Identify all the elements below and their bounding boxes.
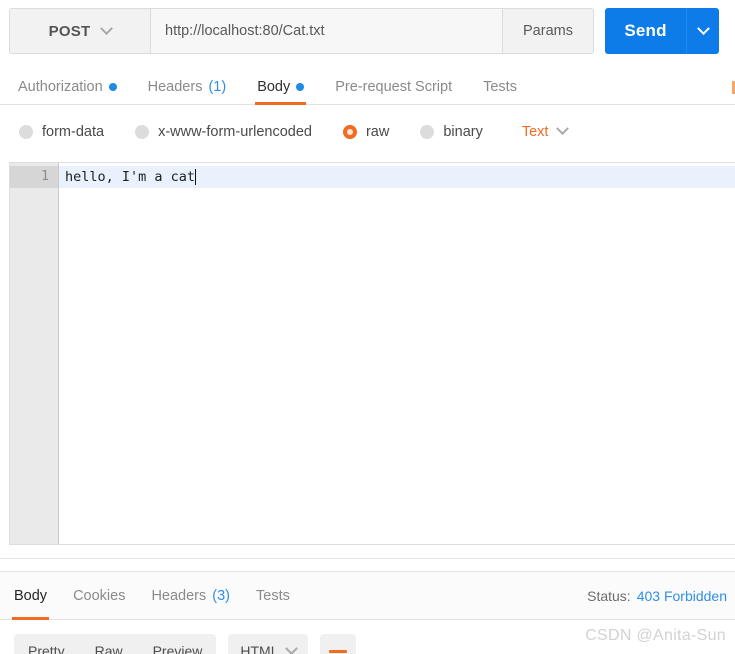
params-button[interactable]: Params — [502, 8, 594, 54]
radio-icon — [135, 124, 150, 139]
text-cursor — [195, 169, 197, 185]
tab-tests[interactable]: Tests — [483, 69, 517, 105]
http-method-label: POST — [48, 22, 91, 40]
body-type-form-data[interactable]: form-data — [19, 124, 104, 140]
tab-headers[interactable]: Headers (1) — [148, 69, 227, 105]
send-options-button[interactable] — [686, 8, 719, 54]
response-tab-cookies-label: Cookies — [73, 588, 126, 604]
radio-icon — [420, 124, 435, 139]
status-badge[interactable]: 403 Forbidden — [637, 588, 727, 604]
send-button-label: Send — [624, 21, 667, 40]
response-tab-tests[interactable]: Tests — [256, 572, 290, 620]
response-status: Status: 403 Forbidden — [587, 572, 727, 620]
body-type-form-data-label: form-data — [42, 123, 105, 140]
radio-icon-selected — [342, 124, 357, 139]
modified-dot-icon — [296, 83, 305, 91]
tab-body-label: Body — [257, 79, 291, 95]
tab-pre-request-script[interactable]: Pre-request Script — [335, 69, 452, 105]
body-type-binary[interactable]: binary — [420, 124, 483, 140]
tab-authorization-label: Authorization — [18, 79, 103, 95]
chevron-down-icon — [556, 122, 570, 136]
response-view-mode-group: Pretty Raw Preview — [14, 634, 217, 654]
tab-tests-label: Tests — [483, 79, 517, 95]
request-tab-bar: Authorization Headers (1) Body Pre-reque… — [0, 69, 735, 105]
view-mode-raw[interactable]: Raw — [95, 643, 123, 654]
editor-line-text: hello, I'm a cat — [65, 169, 196, 185]
editor-line-number: 1 — [10, 166, 58, 188]
response-view-toolbar: Pretty Raw Preview HTML — [0, 620, 735, 654]
response-tab-headers-count: (3) — [212, 588, 230, 604]
chevron-down-icon — [696, 21, 710, 35]
response-tab-headers[interactable]: Headers (3) — [151, 572, 230, 620]
response-tab-tests-label: Tests — [256, 588, 290, 604]
response-tab-headers-label: Headers — [151, 588, 207, 604]
tab-headers-label: Headers — [147, 79, 203, 95]
tab-pre-request-script-label: Pre-request Script — [335, 79, 453, 95]
radio-icon — [19, 124, 33, 139]
response-tab-bar: Body Cookies Headers (3) Tests Status: 4… — [0, 572, 735, 620]
body-type-selector: form-data x-www-form-urlencoded raw bina… — [0, 105, 735, 158]
body-type-raw[interactable]: raw — [342, 123, 390, 140]
send-button[interactable]: Send — [605, 8, 686, 54]
editor-gutter: 1 — [10, 163, 59, 544]
response-tab-body[interactable]: Body — [11, 572, 50, 620]
tab-authorization[interactable]: Authorization — [18, 69, 117, 105]
request-url-bar: POST http://localhost:80/Cat.txt Params … — [9, 8, 719, 54]
tab-headers-count: (1) — [208, 79, 227, 95]
modified-dot-icon — [108, 83, 117, 91]
text-wrap-icon — [328, 649, 347, 653]
raw-format-dropdown-value: Text — [521, 123, 549, 140]
body-type-raw-label: raw — [365, 123, 390, 140]
view-mode-pretty[interactable]: Pretty — [28, 643, 65, 654]
tab-body[interactable]: Body — [255, 69, 307, 105]
url-input-value: http://localhost:80/Cat.txt — [165, 23, 325, 39]
view-mode-preview[interactable]: Preview — [153, 643, 203, 654]
send-button-group: Send — [605, 8, 719, 54]
response-format-dropdown[interactable]: HTML — [228, 634, 308, 654]
url-input[interactable]: http://localhost:80/Cat.txt — [150, 8, 502, 54]
chevron-down-icon — [284, 641, 298, 654]
body-type-urlencoded[interactable]: x-www-form-urlencoded — [135, 124, 312, 140]
editor-line[interactable]: hello, I'm a cat — [59, 166, 735, 188]
body-type-binary-label: binary — [443, 123, 483, 140]
text-wrap-toggle[interactable] — [319, 634, 356, 654]
editor-code-area[interactable]: hello, I'm a cat — [59, 163, 735, 544]
response-tab-body-label: Body — [14, 588, 48, 604]
postman-request-window: POST http://localhost:80/Cat.txt Params … — [0, 0, 735, 654]
response-format-value: HTML — [240, 643, 279, 654]
divider — [0, 558, 735, 559]
raw-body-editor[interactable]: 1 hello, I'm a cat — [9, 162, 735, 545]
status-label: Status: — [587, 588, 631, 604]
response-tab-cookies[interactable]: Cookies — [73, 572, 125, 620]
body-type-urlencoded-label: x-www-form-urlencoded — [158, 123, 312, 140]
raw-format-dropdown[interactable]: Text — [521, 122, 570, 140]
http-method-select[interactable]: POST — [9, 8, 150, 54]
chevron-down-icon — [100, 21, 114, 35]
params-button-label: Params — [523, 23, 573, 39]
